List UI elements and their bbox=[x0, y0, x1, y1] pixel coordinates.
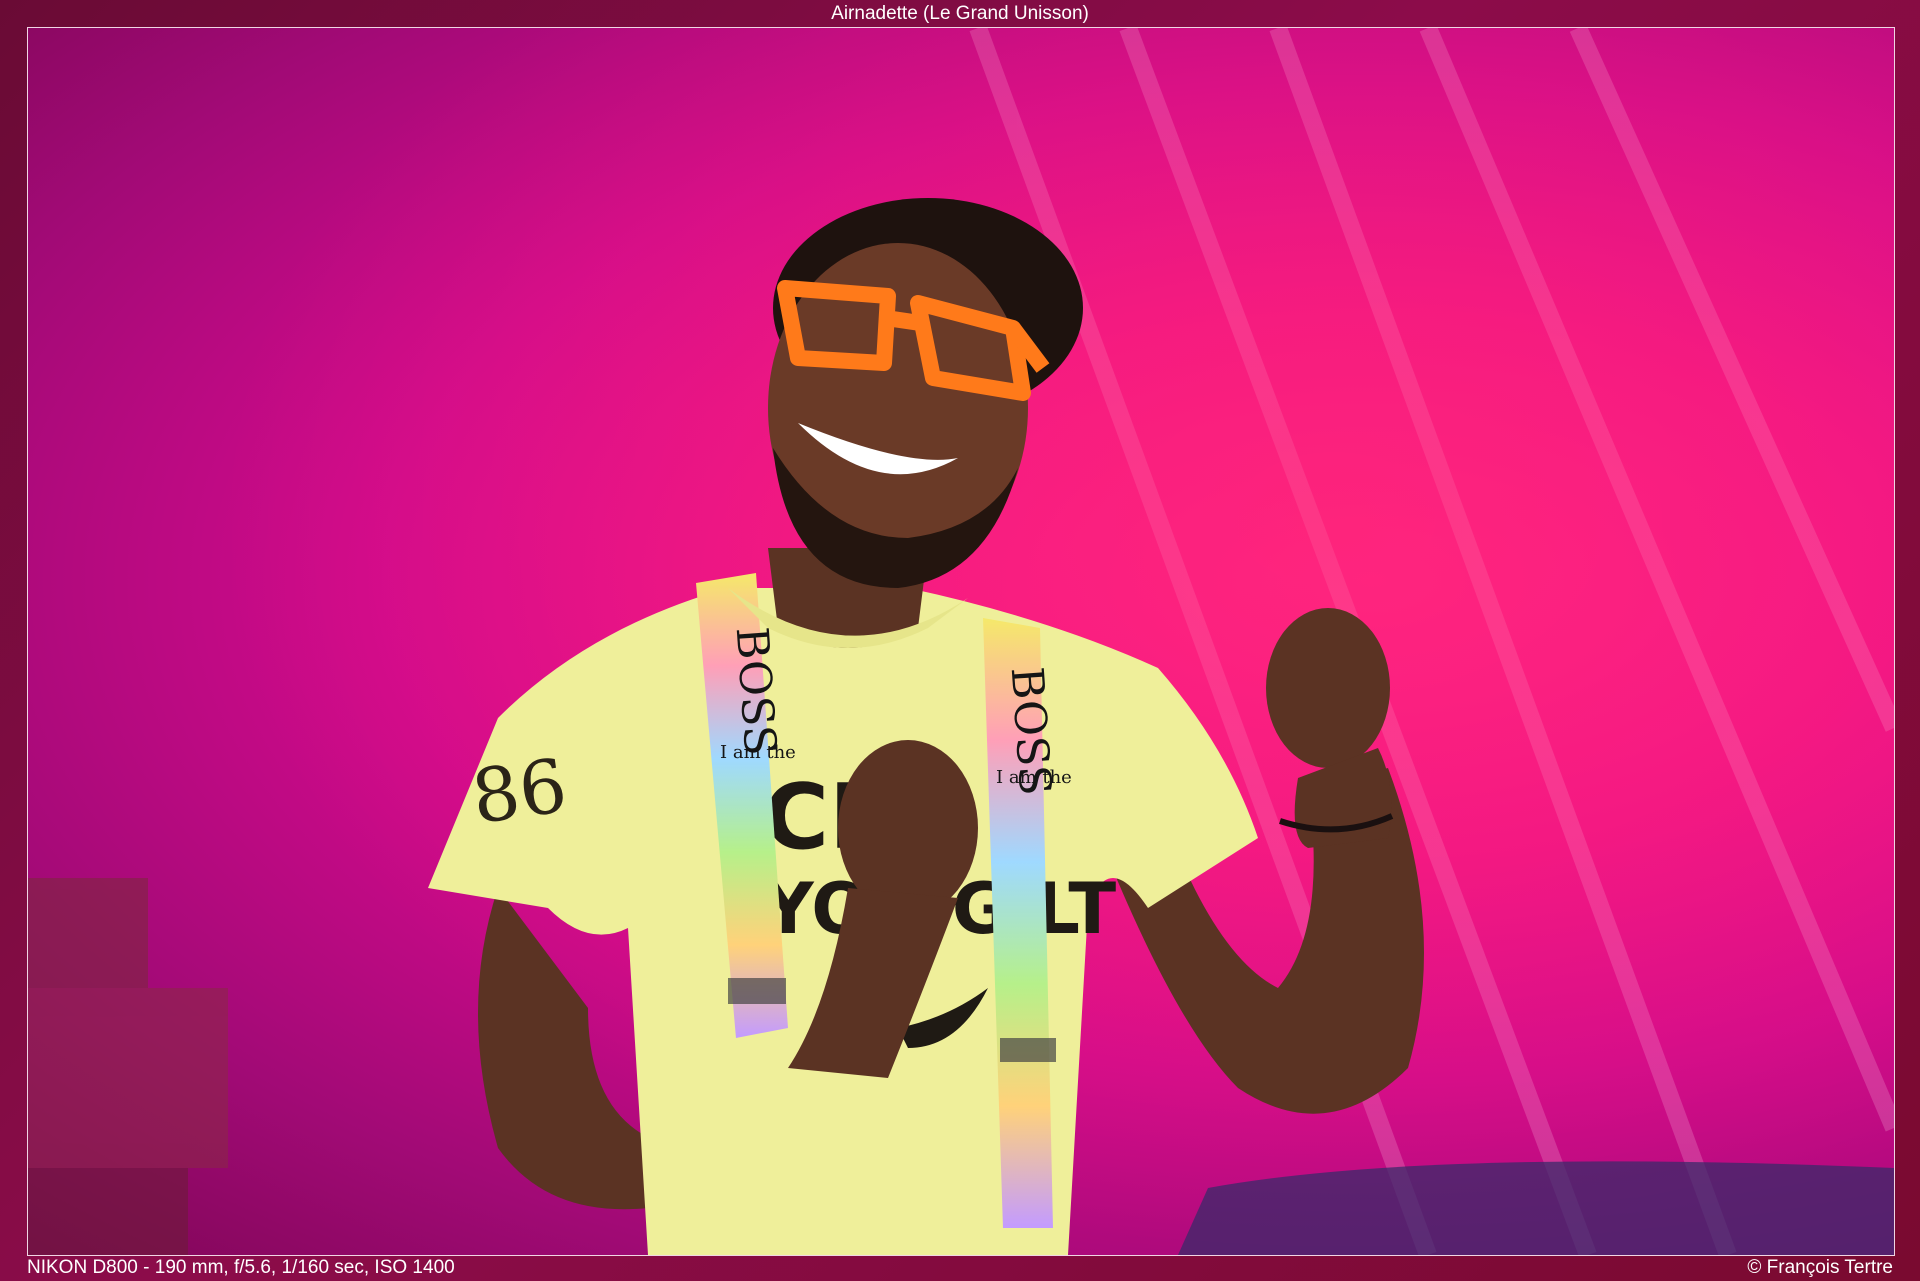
copyright: © François Tertre bbox=[1747, 1257, 1893, 1278]
concert-photo: 86 CRA YOU GILT BOSS I am the BOSS I am … bbox=[28, 28, 1894, 1255]
sleeve-number: 86 bbox=[467, 743, 572, 841]
raised-fist bbox=[1266, 608, 1390, 768]
photo-frame: 86 CRA YOU GILT BOSS I am the BOSS I am … bbox=[27, 27, 1895, 1256]
photo-title: Airnadette (Le Grand Unisson) bbox=[831, 3, 1089, 24]
svg-text:I am the: I am the bbox=[996, 767, 1072, 788]
exif-info: NIKON D800 - 190 mm, f/5.6, 1/160 sec, I… bbox=[27, 1257, 455, 1278]
svg-text:I am the: I am the bbox=[720, 742, 796, 763]
svg-text:BOSS: BOSS bbox=[726, 625, 786, 757]
